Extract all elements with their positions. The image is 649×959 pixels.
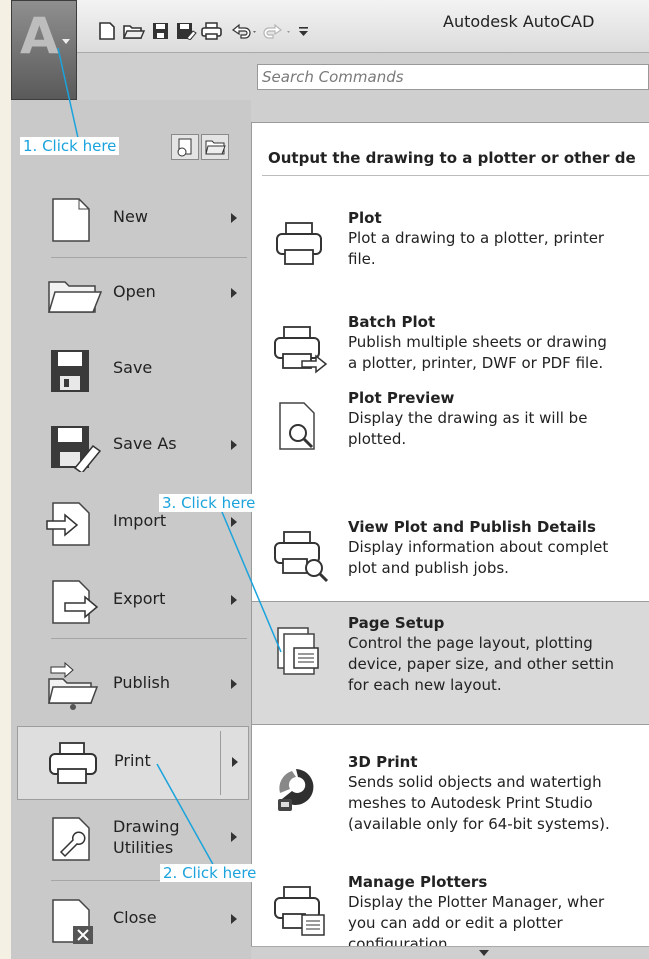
chevron-down-icon [479,950,489,956]
submenu-item-title: View Plot and Publish Details [348,518,596,536]
batch-plot-icon [274,325,328,375]
title-bar: Autodesk AutoCAD [11,0,649,53]
menu-item-label: Export [113,589,166,608]
wrench-icon [45,814,95,864]
print-submenu-panel: Output the drawing to a plotter or other… [251,122,649,959]
divider [51,638,247,639]
submenu-item-3d-print[interactable]: 3D Print Sends solid objects and waterti… [252,751,649,851]
divider [262,175,649,176]
submenu-item-description: Display information about complet plot an… [348,538,609,577]
menu-item-save-as[interactable]: Save As [17,410,249,484]
new-document-icon [45,195,95,245]
menu-item-label: Save [113,358,153,377]
submenu-item-title: Page Setup [348,614,445,632]
window-title: Autodesk AutoCAD [443,12,595,31]
chevron-right-icon [231,679,237,689]
chevron-right-icon [231,517,237,527]
redo-icon[interactable] [263,22,290,40]
customize-icon[interactable] [297,22,317,40]
submenu-item-plot[interactable]: Plot Plot a drawing to a plotter, printe… [252,207,649,307]
undo-icon[interactable] [229,22,256,40]
chevron-right-icon [231,914,237,924]
page-setup-icon [274,626,324,676]
chevron-down-icon [62,39,70,44]
open-folder-icon [45,270,103,320]
menu-item-label: Import [113,511,167,530]
menu-item-new[interactable]: New [17,183,249,257]
submenu-item-description: Sends solid objects and watertigh meshes … [348,773,610,833]
submenu-item-description: Publish multiple sheets or drawing a plot… [348,333,607,372]
application-menu-button[interactable]: A [11,0,77,100]
new-icon[interactable] [97,22,117,40]
submenu-item-description: Control the page layout, plotting device,… [348,634,615,694]
menu-item-label: New [113,207,148,226]
submenu-item-title: Plot Preview [348,389,455,407]
save-icon [45,346,95,396]
search-input[interactable]: Search Commands [257,64,649,90]
submenu-item-description: Display the drawing as it will be plotted… [348,409,588,448]
menu-item-label: Drawing Utilities [113,817,180,857]
autocad-logo-icon: A [20,7,59,65]
callout-step-1: 1. Click here [20,137,120,155]
panel-title: Output the drawing to a plotter or other… [268,149,636,167]
close-document-icon [45,896,95,946]
chevron-right-icon [231,213,237,223]
submenu-item-title: Batch Plot [348,313,436,331]
publish-icon [45,661,99,711]
submenu-item-title: Plot [348,209,382,227]
plot-preview-icon [274,401,324,451]
submenu-item-plot-preview[interactable]: Plot Preview Display the drawing as it w… [252,387,649,487]
menu-item-label: Print [114,751,151,770]
printer-icon [46,739,97,789]
save-icon[interactable] [151,22,171,40]
callout-step-2: 2. Click here [160,864,260,882]
manage-plotters-icon [274,885,325,936]
chevron-right-icon [231,440,237,450]
submenu-item-title: 3D Print [348,753,418,771]
callout-step-3: 3. Click here [159,494,259,512]
chevron-right-icon [231,288,237,298]
menu-item-close[interactable]: Close [17,884,249,958]
save-as-icon[interactable] [175,22,197,41]
print-icon[interactable] [201,22,222,40]
import-icon [45,499,95,549]
split-divider [220,731,221,795]
menu-item-label: Open [113,282,156,301]
menu-item-export[interactable]: Export [17,565,249,639]
menu-item-open[interactable]: Open [17,258,249,332]
submenu-item-page-setup[interactable]: Page Setup Control the page layout, plot… [252,601,649,725]
save-as-icon [45,422,102,475]
open-documents-button[interactable] [201,134,229,160]
submenu-item-title: Manage Plotters [348,873,488,891]
menu-item-label: Close [113,908,157,927]
recent-documents-button[interactable] [171,134,199,160]
menu-item-label: Publish [113,673,171,692]
menu-item-save[interactable]: Save [17,334,249,408]
menu-item-publish[interactable]: Publish [17,649,249,723]
menu-item-label: Save As [113,434,177,453]
export-icon [45,577,99,627]
view-details-icon [274,530,329,583]
3d-print-icon [274,765,324,815]
chevron-right-icon[interactable] [232,757,238,767]
menu-item-print[interactable]: Print [17,726,249,800]
chevron-right-icon [231,595,237,605]
open-icon[interactable] [122,22,146,40]
submenu-item-description: Plot a drawing to a plotter, printer file… [348,229,605,268]
chevron-right-icon [231,832,237,842]
scroll-down-button[interactable] [251,946,649,959]
application-menu: New Open Save Save As Import Export Publ… [11,100,251,959]
printer-icon [274,221,324,271]
